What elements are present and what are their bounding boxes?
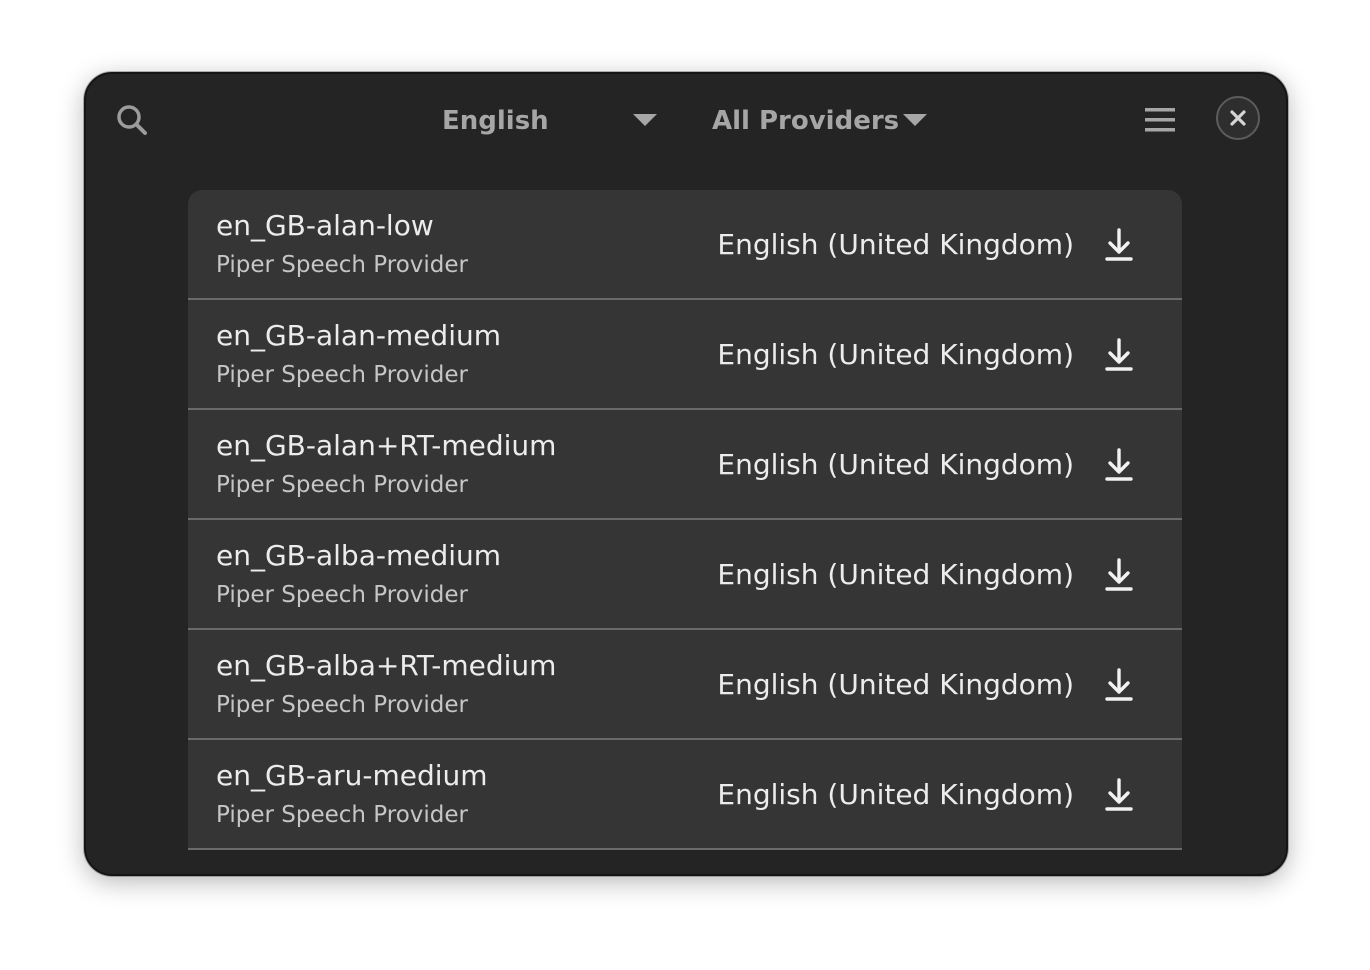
download-icon <box>1105 668 1133 701</box>
voice-language: English (United Kingdom) <box>717 338 1074 371</box>
download-icon <box>1105 558 1133 591</box>
voice-row[interactable]: en_GB-aru-medium Piper Speech Provider E… <box>188 740 1182 850</box>
voice-list: en_GB-alan-low Piper Speech Provider Eng… <box>188 190 1182 850</box>
voice-name: en_GB-alan+RT-medium <box>216 429 557 462</box>
voice-language: English (United Kingdom) <box>717 558 1074 591</box>
search-button[interactable] <box>110 98 154 142</box>
voice-provider: Piper Speech Provider <box>216 252 469 278</box>
voice-name: en_GB-alan-medium <box>216 319 502 352</box>
download-icon <box>1105 778 1133 811</box>
voice-row[interactable]: en_GB-alba+RT-medium Piper Speech Provid… <box>188 630 1182 740</box>
download-button[interactable] <box>1100 336 1138 374</box>
voice-row[interactable]: en_GB-alan-low Piper Speech Provider Eng… <box>188 190 1182 300</box>
language-filter-dropdown[interactable]: English <box>442 98 662 142</box>
download-button[interactable] <box>1100 226 1138 264</box>
download-button[interactable] <box>1100 776 1138 814</box>
voice-row[interactable]: en_GB-alba-medium Piper Speech Provider … <box>188 520 1182 630</box>
voice-row[interactable]: en_GB-alan-medium Piper Speech Provider … <box>188 300 1182 410</box>
voice-name: en_GB-alan-low <box>216 209 434 242</box>
voice-name: en_GB-alba-medium <box>216 539 502 572</box>
voice-provider: Piper Speech Provider <box>216 802 469 828</box>
voice-name: en_GB-alba+RT-medium <box>216 649 557 682</box>
voice-provider: Piper Speech Provider <box>216 472 469 498</box>
voice-provider: Piper Speech Provider <box>216 362 469 388</box>
voice-row[interactable]: en_GB-alan+RT-medium Piper Speech Provid… <box>188 410 1182 520</box>
search-icon <box>117 105 147 135</box>
voice-language: English (United Kingdom) <box>717 228 1074 261</box>
download-icon <box>1105 228 1133 261</box>
language-filter-label: English <box>442 106 549 136</box>
download-icon <box>1105 448 1133 481</box>
close-button[interactable] <box>1216 96 1260 140</box>
provider-filter-label: All Providers <box>712 106 900 136</box>
hamburger-menu-icon <box>1145 108 1175 132</box>
download-button[interactable] <box>1100 556 1138 594</box>
download-button[interactable] <box>1100 446 1138 484</box>
close-icon <box>1230 110 1246 126</box>
header-bar: English All Providers <box>86 74 1286 170</box>
provider-filter-dropdown[interactable]: All Providers <box>712 98 932 142</box>
download-icon <box>1105 338 1133 371</box>
chevron-down-icon <box>633 114 657 126</box>
voice-language: English (United Kingdom) <box>717 448 1074 481</box>
download-button[interactable] <box>1100 666 1138 704</box>
voice-provider: Piper Speech Provider <box>216 692 469 718</box>
voice-language: English (United Kingdom) <box>717 778 1074 811</box>
chevron-down-icon <box>903 114 927 126</box>
main-menu-button[interactable] <box>1136 98 1184 142</box>
voice-name: en_GB-aru-medium <box>216 759 488 792</box>
voices-window: English All Providers en_GB-alan-low Pip… <box>84 72 1288 876</box>
voice-language: English (United Kingdom) <box>717 668 1074 701</box>
voice-provider: Piper Speech Provider <box>216 582 469 608</box>
